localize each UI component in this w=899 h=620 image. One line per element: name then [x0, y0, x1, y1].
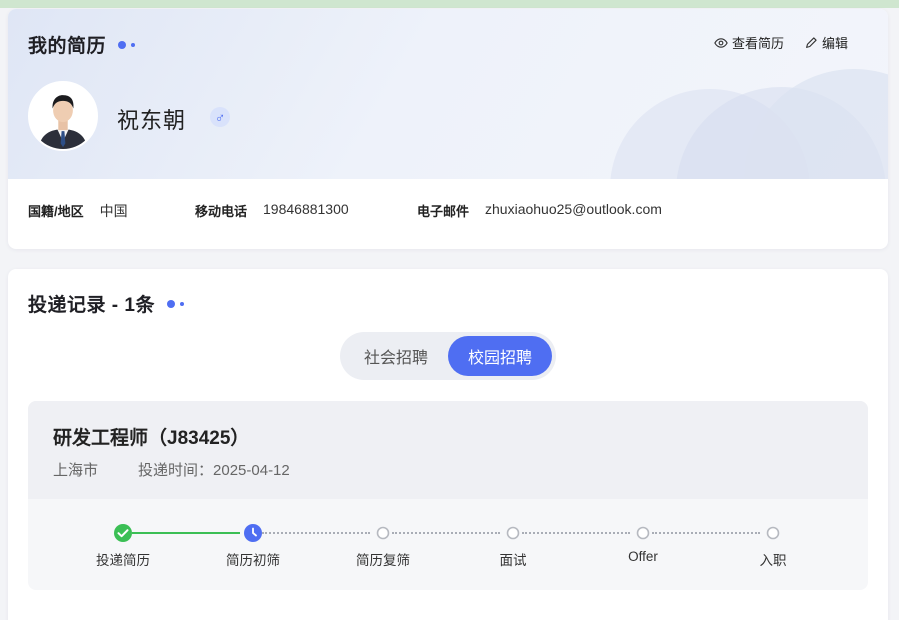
- recruitment-type-tabs: 社会招聘 校园招聘: [340, 332, 556, 380]
- progress-line-pending: [522, 532, 630, 534]
- applications-title-text: 投递记录 - 1条: [28, 295, 155, 316]
- person-name: 祝东朝: [117, 108, 187, 133]
- step-label: 面试: [499, 553, 527, 568]
- resume-actions: 查看简历 编辑: [714, 33, 848, 52]
- resume-card: 我的简历 查看简历 编辑 祝东朝 ♂ 国籍/地区 中国 移动电话 1984688…: [8, 9, 888, 249]
- decorative-circle: [744, 69, 888, 179]
- resume-section-title: 我的简历: [28, 31, 136, 58]
- application-card[interactable]: 研发工程师（J83425） 上海市 投递时间：2025-04-12 投递简历 简…: [28, 401, 868, 590]
- step-label: 简历初筛: [226, 553, 280, 568]
- job-title: 研发工程师（J83425）: [53, 428, 250, 449]
- male-icon: ♂: [210, 107, 230, 127]
- resume-title-text: 我的简历: [28, 36, 107, 57]
- pending-circle-icon: [376, 526, 390, 540]
- progress-line-pending: [652, 532, 760, 534]
- pencil-icon: [806, 36, 817, 48]
- step-label: 入职: [759, 553, 787, 568]
- edit-label: 编辑: [821, 36, 848, 51]
- progress-line-pending: [392, 532, 500, 534]
- view-resume-label: 查看简历: [731, 36, 784, 51]
- application-progress: 投递简历 简历初筛 简历复筛 面试 Offer 入职: [28, 499, 868, 590]
- title-dots: [118, 40, 136, 49]
- applications-section-title: 投递记录 - 1条: [28, 290, 184, 317]
- progress-line-pending: [262, 532, 370, 534]
- info-nationality: 国籍/地区 中国: [28, 201, 128, 221]
- info-email: 电子邮件 zhuxiaohuo25@outlook.com: [417, 201, 662, 220]
- applications-card: 投递记录 - 1条 社会招聘 校园招聘 研发工程师（J83425） 上海市 投递…: [8, 269, 888, 620]
- top-strip: [0, 0, 899, 8]
- view-resume-button[interactable]: 查看简历: [714, 33, 784, 52]
- progress-line-done: [132, 532, 240, 534]
- pending-circle-icon: [636, 526, 650, 540]
- tab-social-recruitment[interactable]: 社会招聘: [344, 336, 448, 376]
- title-dots: [166, 299, 184, 308]
- info-value: zhuxiaohuo25@outlook.com: [485, 201, 662, 217]
- job-meta: 上海市 投递时间：2025-04-12: [53, 459, 290, 480]
- step-label: Offer: [628, 549, 658, 564]
- application-header: 研发工程师（J83425） 上海市 投递时间：2025-04-12: [28, 401, 868, 499]
- info-label: 移动电话: [195, 204, 248, 219]
- avatar: [28, 81, 98, 151]
- clock-icon: [244, 524, 262, 542]
- pending-circle-icon: [766, 526, 780, 540]
- info-phone: 移动电话 19846881300: [195, 201, 349, 220]
- tab-campus-recruitment[interactable]: 校园招聘: [448, 336, 552, 376]
- step-label: 投递简历: [96, 553, 150, 568]
- edit-button[interactable]: 编辑: [804, 33, 848, 52]
- pending-circle-icon: [506, 526, 520, 540]
- job-city: 上海市: [53, 462, 99, 479]
- submission-time: 投递时间：2025-04-12: [138, 462, 290, 479]
- info-value: 19846881300: [263, 201, 349, 217]
- info-value: 中国: [99, 203, 128, 219]
- info-label: 电子邮件: [417, 204, 470, 219]
- eye-icon: [714, 37, 728, 48]
- check-circle-icon: [114, 524, 132, 542]
- step-label: 简历复筛: [356, 553, 410, 568]
- info-label: 国籍/地区: [28, 204, 84, 219]
